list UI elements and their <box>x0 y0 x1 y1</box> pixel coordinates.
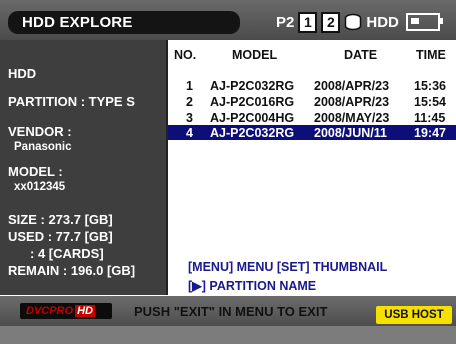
hdd-explore-screen: HDD EXPLORE P2 1 2 HDD HDD PARTITION : T… <box>0 0 456 344</box>
table-row-selected[interactable]: 4 AJ-P2C032RG 2008/JUN/11 19:47 <box>168 125 456 140</box>
row-date: 2008/APR/23 <box>314 79 390 93</box>
drive-info-panel: HDD PARTITION : TYPE S VENDOR : Panasoni… <box>0 40 166 295</box>
row-time: 19:47 <box>414 126 446 140</box>
column-header-time: TIME <box>416 48 446 62</box>
hdd-label: HDD <box>366 13 399 31</box>
battery-icon <box>405 13 443 31</box>
logo-text-hd: HD <box>75 305 95 317</box>
row-no: 1 <box>186 79 193 93</box>
column-header-no: NO. <box>174 48 197 62</box>
page-title: HDD EXPLORE <box>22 14 133 31</box>
row-no: 2 <box>186 95 193 109</box>
table-row[interactable]: 1 AJ-P2C032RG 2008/APR/23 15:36 <box>168 78 456 93</box>
table-row[interactable]: 3 AJ-P2C004HG 2008/MAY/23 11:45 <box>168 110 456 125</box>
row-time: 15:54 <box>414 95 446 109</box>
dvcpro-hd-logo: DVCPRO HD <box>20 303 112 319</box>
used-value: USED : 77.7 [GB] <box>8 229 113 244</box>
row-no: 4 <box>186 126 193 140</box>
status-strip: DVCPRO HD PUSH "EXIT" IN MENU TO EXIT US… <box>0 296 456 326</box>
remain-value: REMAIN : 196.0 [GB] <box>8 263 136 278</box>
size-value: SIZE : 273.7 [GB] <box>8 212 113 227</box>
row-date: 2008/MAY/23 <box>314 111 390 125</box>
row-model: AJ-P2C032RG <box>210 79 295 93</box>
model-value: xx012345 <box>14 181 66 193</box>
vendor-label: VENDOR : <box>8 124 72 139</box>
slot-2-indicator: 2 <box>321 11 341 33</box>
row-time: 11:45 <box>414 111 446 125</box>
status-bar: DVCPRO HD PUSH "EXIT" IN MENU TO EXIT US… <box>0 296 456 344</box>
vendor-value: Panasonic <box>14 141 72 153</box>
device-label: HDD <box>8 66 37 81</box>
row-model: AJ-P2C016RG <box>210 95 295 109</box>
model-label: MODEL : <box>8 164 63 179</box>
row-date: 2008/JUN/11 <box>314 126 387 140</box>
row-model: AJ-P2C004HG <box>210 111 295 125</box>
row-date: 2008/APR/23 <box>314 95 390 109</box>
logo-text-dvcpro: DVCPRO <box>26 305 74 317</box>
slot-1-indicator: 1 <box>298 11 318 33</box>
row-time: 15:36 <box>414 79 446 93</box>
title-bar: HDD EXPLORE P2 1 2 HDD <box>0 0 456 40</box>
exit-instruction: PUSH "EXIT" IN MENU TO EXIT <box>134 304 328 319</box>
row-no: 3 <box>186 111 193 125</box>
cards-count: : 4 [CARDS] <box>30 246 104 261</box>
row-model: AJ-P2C032RG <box>210 126 295 140</box>
help-menu-thumbnail: [MENU] MENU [SET] THUMBNAIL <box>188 260 388 274</box>
column-header-model: MODEL <box>232 48 278 62</box>
help-partition-name: [▶] PARTITION NAME <box>188 279 317 293</box>
usb-host-badge: USB HOST <box>376 306 452 324</box>
title-pill: HDD EXPLORE <box>8 11 240 34</box>
media-label: P2 <box>276 13 295 31</box>
hdd-drive-icon <box>344 13 362 31</box>
media-status: P2 1 2 HDD <box>276 10 443 34</box>
column-header-date: DATE <box>344 48 378 62</box>
partition-type: PARTITION : TYPE S <box>8 94 135 109</box>
partition-list-panel: NO. MODEL DATE TIME 1 AJ-P2C032RG 2008/A… <box>166 40 456 295</box>
table-row[interactable]: 2 AJ-P2C016RG 2008/APR/23 15:54 <box>168 94 456 109</box>
